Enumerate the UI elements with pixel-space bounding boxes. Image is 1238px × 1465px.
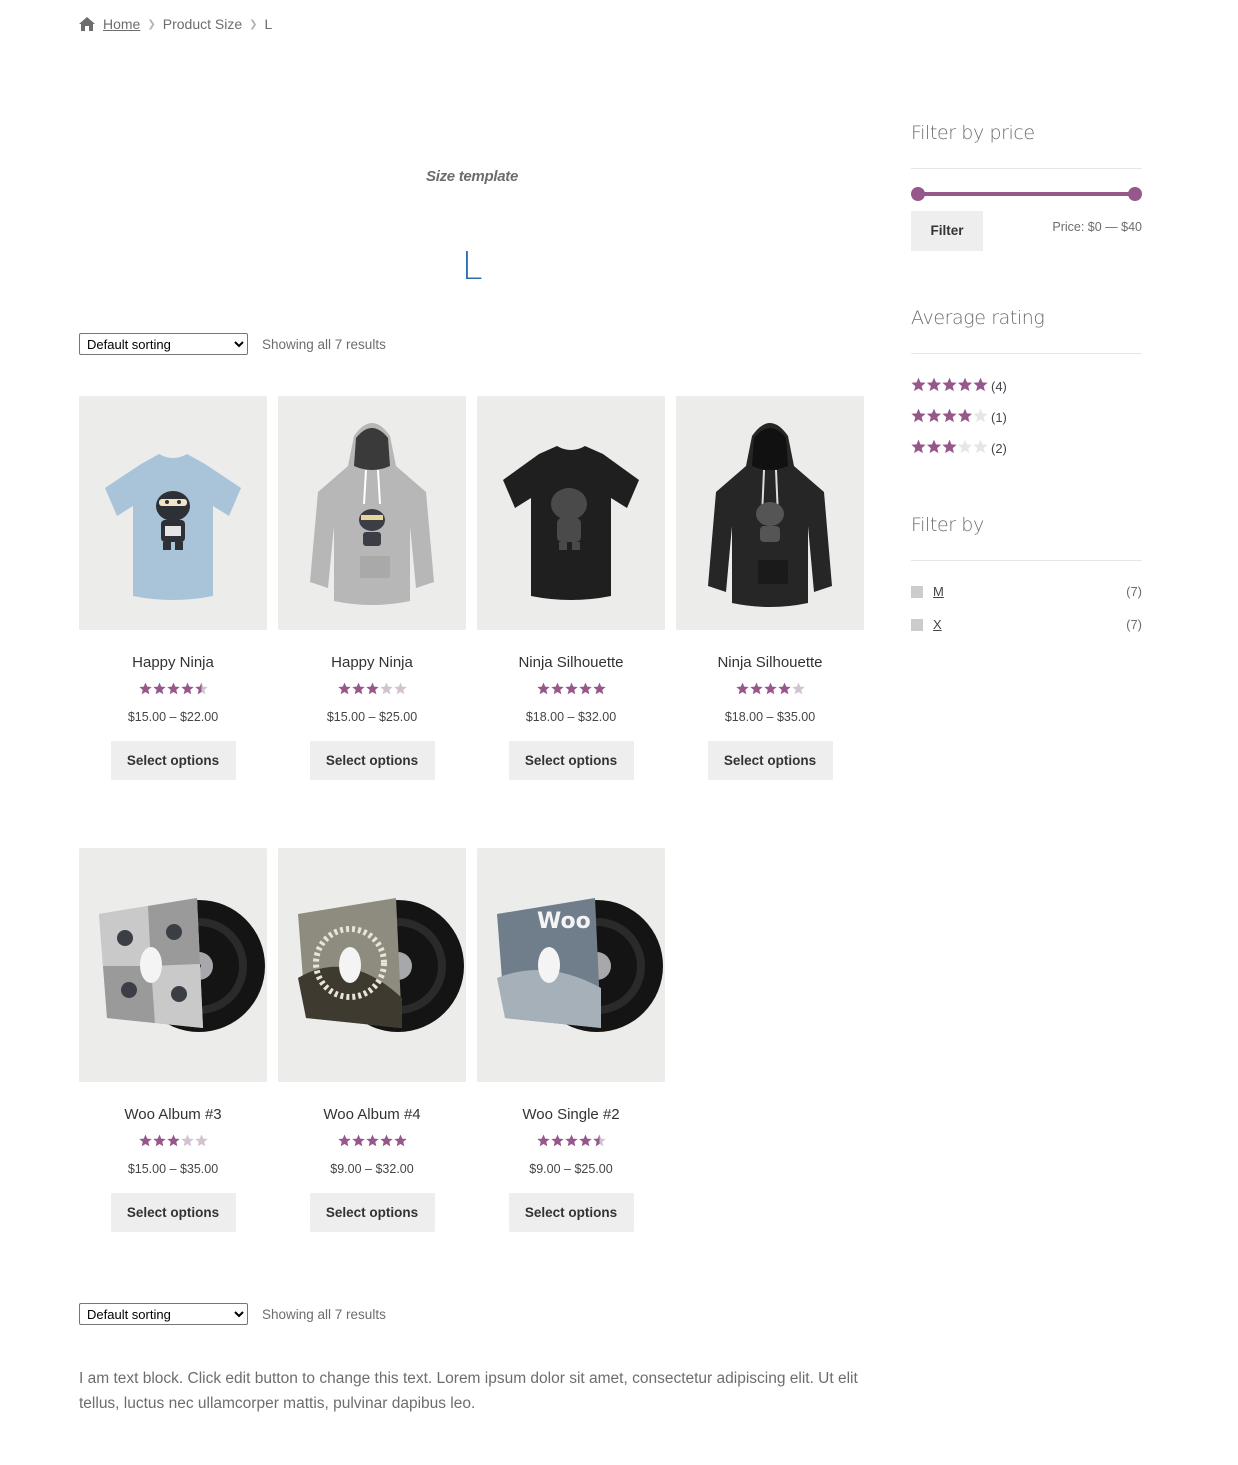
product-card: Ninja Silhouette $18.00 – $35.00 Select op… bbox=[676, 396, 864, 780]
price-filter-widget: Filter by price bbox=[911, 122, 1142, 169]
product-title[interactable]: Woo Single #2 bbox=[477, 1106, 665, 1123]
product-title[interactable]: Ninja Silhouette bbox=[676, 654, 864, 671]
widget-title: Filter by price bbox=[911, 122, 1142, 169]
attribute-count: (7) bbox=[1126, 617, 1142, 632]
chevron-right-icon: ❯ bbox=[147, 18, 156, 30]
product-card: Ninja Silhouette $18.00 – $32.00 Select op… bbox=[477, 396, 665, 780]
product-title[interactable]: Woo Album #4 bbox=[278, 1106, 466, 1123]
product-price: $9.00 – $25.00 bbox=[529, 1162, 613, 1176]
sort-select[interactable]: Default sorting bbox=[79, 333, 248, 355]
product-card: Woo Woo Single #2 $9.00 – $25.00 Select opt… bbox=[477, 848, 665, 1232]
star-rating bbox=[477, 1134, 665, 1148]
product-image[interactable] bbox=[79, 848, 267, 1082]
rating-count: (4) bbox=[991, 378, 1007, 394]
select-options-button[interactable]: Select options bbox=[309, 741, 435, 780]
breadcrumb-current: L bbox=[264, 16, 273, 32]
product-title[interactable]: Woo Album #3 bbox=[79, 1106, 267, 1123]
product-price: $15.00 – $22.00 bbox=[127, 710, 219, 724]
breadcrumb: Home ❯ Product Size ❯ L bbox=[79, 16, 272, 32]
product-card: Happy Ninja $15.00 – $22.00 Select options bbox=[79, 396, 267, 780]
rating-filter-item[interactable]: (1) bbox=[911, 408, 1007, 426]
select-options-button[interactable]: Select options bbox=[707, 741, 833, 780]
breadcrumb-home-link[interactable]: Home bbox=[103, 16, 140, 32]
filter-by-widget: Filter by bbox=[911, 514, 1142, 561]
checkbox[interactable] bbox=[911, 618, 923, 631]
product-card: Happy Ninja $15.00 – $25.00 Select options bbox=[278, 396, 466, 780]
result-count: Showing all 7 results bbox=[262, 1306, 386, 1322]
select-options-button[interactable]: Select options bbox=[110, 741, 236, 780]
product-title[interactable]: Happy Ninja bbox=[79, 654, 267, 671]
price-slider-max-handle[interactable] bbox=[1128, 187, 1142, 201]
star-rating bbox=[278, 1134, 466, 1148]
product-image[interactable] bbox=[676, 396, 864, 630]
product-image[interactable] bbox=[477, 396, 665, 630]
filter-button[interactable]: Filter bbox=[911, 211, 983, 251]
star-rating bbox=[911, 408, 988, 426]
product-image[interactable] bbox=[79, 396, 267, 630]
average-rating-widget: Average rating bbox=[911, 307, 1142, 354]
ordering-bottom: Default sorting Showing all 7 results bbox=[79, 1303, 386, 1325]
star-rating bbox=[79, 682, 267, 696]
template-heading: Size template bbox=[426, 168, 518, 185]
price-slider-min-handle[interactable] bbox=[911, 187, 925, 201]
star-rating bbox=[911, 439, 988, 457]
star-rating bbox=[477, 682, 665, 696]
widget-title: Filter by bbox=[911, 514, 1142, 561]
star-rating bbox=[911, 377, 988, 395]
product-price: $18.00 – $35.00 bbox=[724, 710, 816, 724]
result-count: Showing all 7 results bbox=[262, 336, 386, 352]
price-slider-range bbox=[917, 192, 1136, 196]
select-options-button[interactable]: Select options bbox=[508, 741, 634, 780]
breadcrumb-category: Product Size bbox=[162, 16, 243, 32]
home-icon[interactable] bbox=[79, 17, 95, 31]
star-rating bbox=[676, 682, 864, 696]
attribute-filter-link[interactable]: X bbox=[933, 617, 942, 632]
product-title[interactable]: Ninja Silhouette bbox=[477, 654, 665, 671]
widget-title: Average rating bbox=[911, 307, 1142, 354]
product-price: $18.00 – $32.00 bbox=[525, 710, 617, 724]
select-options-button[interactable]: Select options bbox=[508, 1193, 634, 1232]
text-block: I am text block. Click edit button to ch… bbox=[79, 1370, 858, 1412]
rating-filter-item[interactable]: (4) bbox=[911, 377, 1007, 395]
attribute-filter-item[interactable]: X (7) bbox=[911, 617, 1142, 632]
price-slider[interactable] bbox=[911, 187, 1142, 201]
product-price: $15.00 – $25.00 bbox=[326, 710, 418, 724]
size-title: L bbox=[461, 244, 483, 288]
product-card: Woo Album #3 $15.00 – $35.00 Select option… bbox=[79, 848, 267, 1232]
product-price: $15.00 – $35.00 bbox=[127, 1162, 219, 1176]
chevron-right-icon: ❯ bbox=[249, 18, 258, 30]
attribute-filter-item[interactable]: M (7) bbox=[911, 584, 1142, 599]
product-price: $9.00 – $32.00 bbox=[330, 1162, 414, 1176]
star-rating bbox=[79, 1134, 267, 1148]
sort-select[interactable]: Default sorting bbox=[79, 1303, 248, 1325]
product-image[interactable] bbox=[278, 396, 466, 630]
svg-text:Woo: Woo bbox=[537, 909, 591, 934]
rating-filter-item[interactable]: (2) bbox=[911, 439, 1007, 457]
product-image[interactable]: Woo bbox=[477, 848, 665, 1082]
rating-count: (2) bbox=[991, 440, 1007, 456]
rating-count: (1) bbox=[991, 409, 1007, 425]
ordering-top: Default sorting Showing all 7 results bbox=[79, 333, 386, 355]
star-rating bbox=[278, 682, 466, 696]
attribute-filter-link[interactable]: M bbox=[933, 584, 944, 599]
product-card: Woo Album #4 $9.00 – $32.00 Select options bbox=[278, 848, 466, 1232]
product-image[interactable] bbox=[278, 848, 466, 1082]
select-options-button[interactable]: Select options bbox=[309, 1193, 435, 1232]
select-options-button[interactable]: Select options bbox=[110, 1193, 236, 1232]
attribute-count: (7) bbox=[1126, 584, 1142, 599]
product-title[interactable]: Happy Ninja bbox=[278, 654, 466, 671]
checkbox[interactable] bbox=[911, 585, 923, 598]
price-range-label: Price: $0 — $40 bbox=[1052, 220, 1142, 234]
